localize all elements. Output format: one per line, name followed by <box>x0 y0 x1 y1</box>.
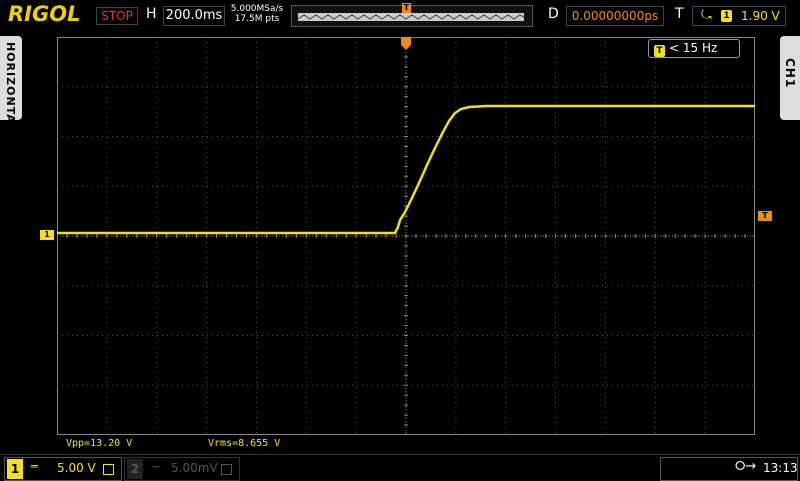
ch2-number: 2 <box>127 459 143 479</box>
system-status: ⭘→ 13:13 <box>660 457 798 481</box>
run-stop-indicator[interactable]: STOP <box>96 7 138 25</box>
graticule <box>57 37 755 435</box>
clock: 13:13 <box>763 461 798 475</box>
trigger-settings[interactable]: ⤿ 1 1.90 V <box>692 6 786 26</box>
ch1-menu-tab[interactable]: CH1 <box>780 36 800 120</box>
timebase-value[interactable]: 200.0ms <box>163 6 225 26</box>
bottom-channel-bar: 1 ═ 5.00 V 2 ~ 5.00mV ⭘→ 13:13 <box>0 454 800 481</box>
memory-position-bar[interactable] <box>291 5 533 27</box>
ch2-bandwidth-icon <box>221 464 232 475</box>
trigger-label: T <box>675 6 684 22</box>
horizontal-menu-tab[interactable]: HORIZONTAL <box>0 36 22 132</box>
sample-info: 5.000MSa/s 17.5M pts <box>229 4 285 24</box>
trigger-source-badge: 1 <box>721 10 732 22</box>
ac-coupling-icon: ~ <box>151 460 161 473</box>
trigger-position-top-marker: T <box>402 3 411 13</box>
top-status-bar: RIGOL STOP H 200.0ms 5.000MSa/s 17.5M pt… <box>0 0 800 30</box>
trigger-frequency-counter: T < 15 Hz <box>648 39 740 58</box>
waveform-display[interactable] <box>57 37 755 435</box>
ch1-status[interactable]: 1 ═ 5.00 V <box>4 457 122 481</box>
rising-edge-icon: ⤿ <box>701 8 712 23</box>
vpp-measurement: Vpp=13.20 V <box>66 438 133 449</box>
horizontal-delay-value[interactable]: 0.00000000ps <box>566 6 664 26</box>
ch1-tab-label: CH1 <box>783 58 797 89</box>
frequency-value: < 15 Hz <box>669 41 718 55</box>
trigger-level-marker[interactable]: T <box>758 211 772 221</box>
sample-rate: 5.000MSa/s <box>230 4 284 14</box>
ch2-vertical-scale: 5.00mV <box>171 461 218 475</box>
horizontal-label: H <box>146 6 157 22</box>
trigger-level-value: 1.90 V <box>741 9 780 23</box>
ch1-offset-marker[interactable]: 1 <box>40 230 54 240</box>
ch1-number: 1 <box>7 459 23 479</box>
trigger-position-marker[interactable] <box>401 37 411 50</box>
ch1-vertical-scale: 5.00 V <box>57 461 96 475</box>
horizontal-tab-label: HORIZONTAL <box>4 42 17 132</box>
usb-icon: ⭘→ <box>735 459 757 474</box>
ch1-bandwidth-icon <box>103 464 114 475</box>
freq-trigger-badge: T <box>654 45 665 57</box>
vrms-measurement: Vrms=8.655 V <box>208 438 281 449</box>
delay-label: D <box>548 6 559 22</box>
ch2-status[interactable]: 2 ~ 5.00mV <box>124 457 240 481</box>
memory-depth: 17.5M pts <box>234 14 280 24</box>
brand-logo: RIGOL <box>8 2 81 26</box>
dc-coupling-icon: ═ <box>31 460 38 473</box>
memory-waveform-preview <box>298 13 524 21</box>
